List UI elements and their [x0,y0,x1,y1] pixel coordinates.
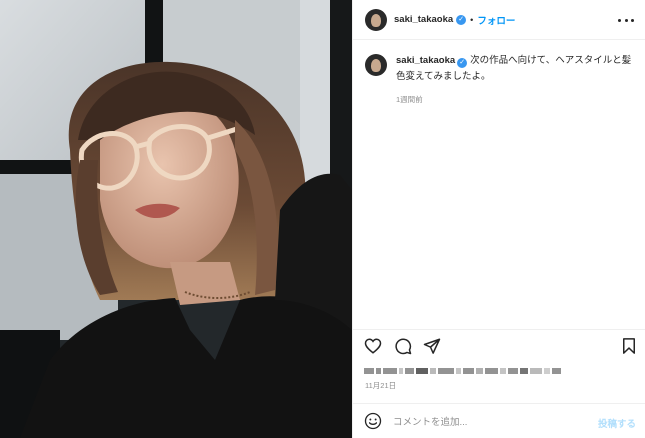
caption-body: saki_takaoka ✓ 次の作品へ向けて、ヘアスタイルと髪色変えてみましたよ。… [396,53,634,105]
caption-text: saki_takaoka ✓ 次の作品へ向けて、ヘアスタイルと髪色変えてみましたよ。 [396,53,634,85]
verified-badge-icon: ✓ [457,58,468,68]
smiley-icon[interactable] [364,412,382,430]
caption-username[interactable]: saki_takaoka [396,55,455,66]
post-photo[interactable] [0,0,352,438]
heart-icon[interactable] [364,337,382,355]
verified-badge-icon: ✓ [456,14,467,25]
avatar[interactable] [365,8,387,31]
action-bar [353,329,645,361]
post-date[interactable]: 11月21日 [365,380,396,391]
header-username[interactable]: saki_takaoka [394,14,453,25]
caption-timestamp[interactable]: 1週間前 [396,94,634,105]
caption-avatar[interactable] [365,54,387,76]
follow-button[interactable]: フォロー [477,13,515,27]
paper-plane-icon[interactable] [423,337,441,355]
caption-block: saki_takaoka ✓ 次の作品へ向けて、ヘアスタイルと髪色変えてみましたよ。… [365,53,635,105]
dot-separator: • [470,14,474,25]
portrait-image [0,0,352,438]
likes-text-obscured[interactable] [364,365,561,377]
more-options-icon[interactable] [618,12,634,28]
bookmark-icon[interactable] [620,337,638,355]
post-comment-button[interactable]: 投稿する [598,416,636,430]
comment-input[interactable] [393,414,583,430]
comment-bubble-icon[interactable] [394,337,412,355]
post-header: saki_takaoka ✓ • フォロー [353,0,645,40]
post-detail-panel: saki_takaoka ✓ • フォロー saki_takaoka ✓ 次の作品へ… [352,0,645,438]
comment-bar: 投稿する [353,403,645,438]
